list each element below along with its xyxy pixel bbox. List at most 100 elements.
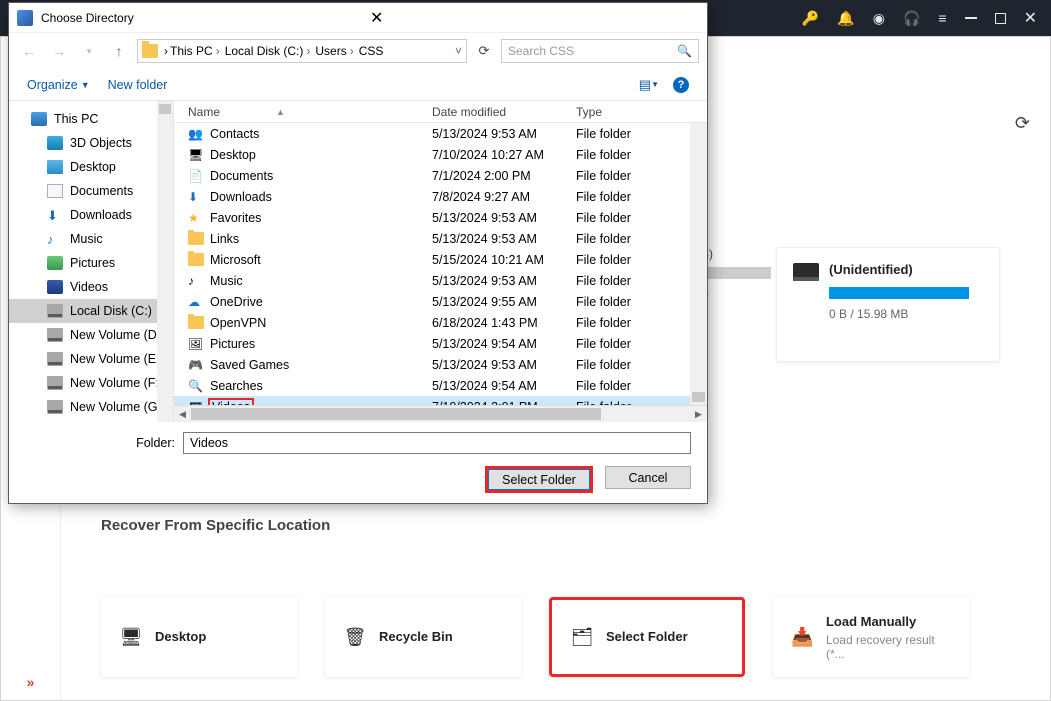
breadcrumb-item[interactable]: CSS xyxy=(359,44,384,58)
tree-item[interactable]: Videos xyxy=(9,275,173,299)
file-row[interactable]: 🖼 Pictures 5/13/2024 9:54 AMFile folder xyxy=(174,333,707,354)
tree-label: New Volume (F:) xyxy=(70,376,163,390)
tree-icon xyxy=(47,280,63,294)
location-card[interactable]: 🖥Desktop xyxy=(101,597,297,677)
row-date: 5/13/2024 9:53 AM xyxy=(432,127,576,141)
tree-item[interactable]: Pictures xyxy=(9,251,173,275)
new-folder-button[interactable]: New folder xyxy=(108,78,168,92)
row-type: File folder xyxy=(576,127,707,141)
tree-item[interactable]: New Volume (G:) xyxy=(9,395,173,419)
file-row[interactable]: 📄Documents7/1/2024 2:00 PMFile folder xyxy=(174,165,707,186)
file-row[interactable]: ⬇Downloads7/8/2024 9:27 AMFile folder xyxy=(174,186,707,207)
close-icon[interactable]: ✕ xyxy=(1024,8,1037,28)
location-card[interactable]: 📥Load ManuallyLoad recovery result (*... xyxy=(773,597,969,677)
col-date[interactable]: Date modified xyxy=(432,105,576,119)
headphones-icon[interactable]: 🎧 xyxy=(903,10,920,27)
dialog-content: This PC3D ObjectsDesktopDocuments⬇Downlo… xyxy=(9,101,707,422)
file-row[interactable]: Microsoft5/15/2024 10:21 AMFile folder xyxy=(174,249,707,270)
file-row[interactable]: Links5/13/2024 9:53 AMFile folder xyxy=(174,228,707,249)
dialog-bottom: Folder: Select Folder Cancel xyxy=(9,422,707,503)
file-row[interactable]: 🎞Videos7/10/2024 3:01 PMFile folder xyxy=(174,396,707,405)
tree-icon: ♪ xyxy=(47,232,63,246)
file-row[interactable]: 🎮Saved Games5/13/2024 9:53 AMFile folder xyxy=(174,354,707,375)
tree-item[interactable]: New Volume (E:) xyxy=(9,347,173,371)
breadcrumb-dropdown-icon[interactable]: ˅ xyxy=(455,44,462,58)
breadcrumb-item[interactable]: This PC xyxy=(170,44,223,58)
tree-item[interactable]: Desktop xyxy=(9,155,173,179)
forward-icon[interactable]: → xyxy=(47,39,71,63)
cancel-button[interactable]: Cancel xyxy=(605,466,691,489)
file-row[interactable]: 🔍Searches5/13/2024 9:54 AMFile folder xyxy=(174,375,707,396)
tree-item[interactable]: Documents xyxy=(9,179,173,203)
breadcrumb[interactable]: › This PC Local Disk (C:) Users CSS ˅ xyxy=(137,39,467,63)
tree-item[interactable]: New Volume (D:) xyxy=(9,323,173,347)
file-row[interactable]: ♪Music5/13/2024 9:53 AMFile folder xyxy=(174,270,707,291)
search-input[interactable]: Search CSS 🔍 xyxy=(501,39,699,63)
row-icon: ★ xyxy=(188,211,204,225)
choose-directory-dialog: Choose Directory ✕ ← → ▾ ↑ › This PC Loc… xyxy=(8,2,708,504)
card-icon: 🗂 xyxy=(570,627,594,647)
help-icon[interactable]: ? xyxy=(673,77,689,93)
view-icon[interactable]: ▤▼ xyxy=(639,77,659,93)
row-date: 7/10/2024 10:27 AM xyxy=(432,148,576,162)
location-card[interactable]: 🗂Select Folder xyxy=(549,597,745,677)
expand-icon[interactable]: » xyxy=(27,674,35,690)
card-label: Desktop xyxy=(155,629,206,644)
tree-label: New Volume (G:) xyxy=(70,400,165,414)
tree-item[interactable]: ⬇Downloads xyxy=(9,203,173,227)
file-row[interactable]: ★Favorites5/13/2024 9:53 AMFile folder xyxy=(174,207,707,228)
tree-label: New Volume (D:) xyxy=(70,328,164,342)
row-icon: 🖼 xyxy=(188,337,204,351)
row-name: Desktop xyxy=(210,148,256,162)
row-type: File folder xyxy=(576,232,707,246)
tree-item[interactable]: This PC xyxy=(9,107,173,131)
row-name: OneDrive xyxy=(210,295,263,309)
maximize-icon[interactable] xyxy=(995,13,1006,24)
tree-icon xyxy=(47,160,63,174)
refresh-icon[interactable]: ⟳ xyxy=(473,40,495,62)
tree-item[interactable]: 3D Objects xyxy=(9,131,173,155)
tree-item[interactable]: New Volume (F:) xyxy=(9,371,173,395)
file-hscrollbar[interactable]: ◀▶ xyxy=(174,405,707,422)
globe-icon[interactable]: ◉ xyxy=(873,10,885,27)
back-icon[interactable]: ← xyxy=(17,39,41,63)
bell-icon[interactable]: 🔔 xyxy=(837,10,854,27)
recent-icon[interactable]: ▾ xyxy=(77,39,101,63)
folder-icon xyxy=(142,44,158,58)
peek-bar xyxy=(701,267,771,279)
partial-drive-card: S) B xyxy=(701,247,771,299)
peek-label: S) xyxy=(701,247,771,261)
row-type: File folder xyxy=(576,337,707,351)
col-name[interactable]: Name▲ xyxy=(174,105,432,119)
menu-icon[interactable]: ≡ xyxy=(938,10,946,26)
tree-scrollbar[interactable] xyxy=(157,101,173,422)
up-icon[interactable]: ↑ xyxy=(107,39,131,63)
organize-button[interactable]: Organize ▼ xyxy=(27,78,90,92)
row-icon xyxy=(188,232,204,245)
row-date: 5/13/2024 9:54 AM xyxy=(432,337,576,351)
drive-usage: 0 B / 15.98 MB xyxy=(829,307,969,321)
file-row[interactable]: OpenVPN6/18/2024 1:43 PMFile folder xyxy=(174,312,707,333)
row-name: Searches xyxy=(210,379,263,393)
file-vscrollbar[interactable] xyxy=(690,123,707,405)
dialog-close-icon[interactable]: ✕ xyxy=(364,8,699,28)
location-card[interactable]: 🗑Recycle Bin xyxy=(325,597,521,677)
file-row[interactable]: ☁OneDrive5/13/2024 9:55 AMFile folder xyxy=(174,291,707,312)
breadcrumb-item[interactable]: Users xyxy=(315,44,356,58)
minimize-icon[interactable] xyxy=(965,17,977,19)
row-name: Pictures xyxy=(210,337,255,351)
tree-item[interactable]: Local Disk (C:) xyxy=(9,299,173,323)
select-folder-button[interactable]: Select Folder xyxy=(485,466,593,493)
file-row[interactable]: 🖥Desktop7/10/2024 10:27 AMFile folder xyxy=(174,144,707,165)
drive-card-unidentified[interactable]: (Unidentified) 0 B / 15.98 MB xyxy=(776,247,1000,362)
tree-item[interactable]: ♪Music xyxy=(9,227,173,251)
folder-input[interactable] xyxy=(183,432,691,454)
key-icon[interactable]: 🔑 xyxy=(802,10,819,27)
row-type: File folder xyxy=(576,379,707,393)
col-type[interactable]: Type xyxy=(576,105,707,119)
row-date: 5/13/2024 9:53 AM xyxy=(432,232,576,246)
breadcrumb-item[interactable]: Local Disk (C:) xyxy=(225,44,314,58)
refresh-icon[interactable]: ⟳ xyxy=(1015,113,1030,134)
row-date: 5/13/2024 9:53 AM xyxy=(432,211,576,225)
file-row[interactable]: 👥Contacts5/13/2024 9:53 AMFile folder xyxy=(174,123,707,144)
